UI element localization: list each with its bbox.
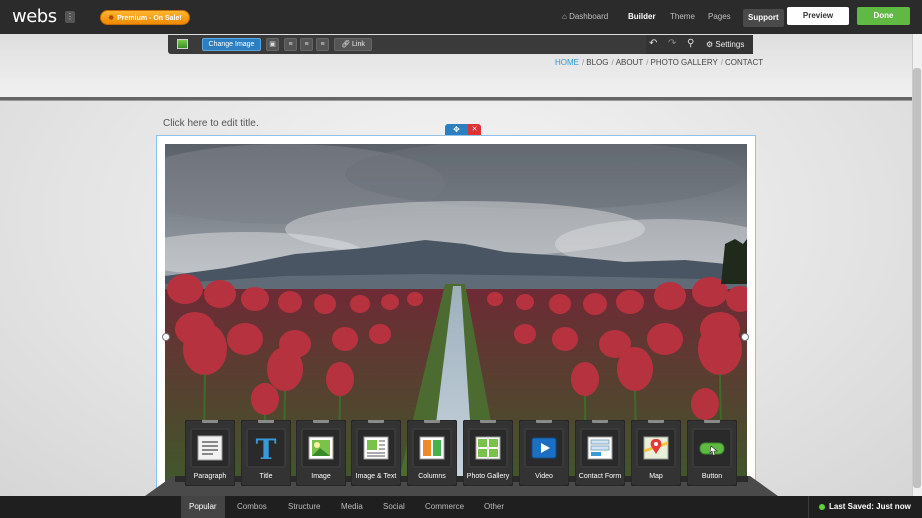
elements-tray: Paragraph T Title Image Image & Text Columns P… [145, 418, 778, 496]
settings-button[interactable]: ⚙ Settings [706, 38, 744, 51]
map-icon [643, 436, 669, 460]
preview-button[interactable]: Preview [787, 7, 849, 25]
nav-dashboard-label: Dashboard [569, 12, 609, 21]
site-navigation: HOME / BLOG / ABOUT / PHOTO GALLERY / CONTACT [555, 58, 766, 68]
tab-combos[interactable]: Combos [229, 496, 275, 518]
nav-separator: / [720, 58, 724, 67]
element-tile-title[interactable]: T Title [241, 420, 291, 486]
site-nav-about[interactable]: ABOUT [616, 58, 644, 67]
premium-label: Premium - On Sale! [117, 15, 182, 22]
image-text-icon [363, 436, 389, 460]
scrollbar-thumb[interactable] [913, 68, 921, 488]
page-title-placeholder[interactable]: Click here to edit title. [163, 118, 259, 129]
element-tile-label: Map [649, 473, 663, 480]
image-icon [177, 39, 188, 49]
tab-structure[interactable]: Structure [280, 496, 328, 518]
search-icon[interactable]: ⚲ [687, 37, 694, 51]
save-status-text: Last Saved: Just now [829, 502, 911, 511]
site-nav-home[interactable]: HOME [555, 58, 579, 67]
element-tile-label: Contact Form [578, 473, 622, 480]
change-image-button[interactable]: Change Image [202, 38, 261, 51]
link-button[interactable]: 🔗︎ Link [334, 38, 372, 51]
nav-theme[interactable]: Theme [670, 11, 695, 23]
bottom-bar: Popular Combos Structure Media Social Commerc… [0, 496, 922, 518]
image-toolbar: Change Image ▣ ≡ ≡ ≡ 🔗︎ Link ↶ ↷ ⚲ ⚙ Set… [168, 35, 753, 54]
home-icon: ⌂ [562, 12, 570, 21]
video-icon [531, 437, 557, 459]
button-icon [699, 442, 725, 456]
nav-separator: / [582, 58, 585, 67]
settings-label: Settings [715, 40, 745, 49]
photo-gallery-icon [475, 436, 501, 460]
nav-dashboard[interactable]: ⌂ Dashboard [562, 11, 608, 23]
gear-icon: ⚙ [706, 40, 716, 49]
element-tile-button[interactable]: Button [687, 420, 737, 486]
element-tile-video[interactable]: Video [519, 420, 569, 486]
tab-social[interactable]: Social [375, 496, 413, 518]
status-dot-icon [819, 503, 825, 510]
element-tile-map[interactable]: Map [631, 420, 681, 486]
element-tile-label: Photo Gallery [466, 473, 510, 480]
resize-handle-right[interactable] [741, 333, 749, 341]
tab-other[interactable]: Other [476, 496, 512, 518]
tab-popular[interactable]: Popular [181, 496, 225, 518]
element-tile-image[interactable]: Image [296, 420, 346, 486]
element-tile-contact-form[interactable]: Contact Form [575, 420, 625, 486]
element-tile-label: Image & Text [355, 473, 397, 480]
image-icon [308, 436, 334, 460]
columns-icon [419, 436, 445, 460]
element-tile-label: Title [259, 473, 273, 480]
contact-form-icon [587, 436, 613, 460]
redo-icon[interactable]: ↷ [668, 37, 676, 51]
done-button[interactable]: Done [857, 7, 910, 25]
tab-commerce[interactable]: Commerce [417, 496, 472, 518]
link-label: Link [352, 41, 365, 48]
resize-handle-left[interactable] [162, 333, 170, 341]
svg-text:T: T [256, 433, 277, 463]
site-nav-blog[interactable]: BLOG [586, 58, 608, 67]
undo-icon[interactable]: ↶ [649, 37, 657, 51]
element-tile-label: Columns [418, 473, 446, 480]
element-tile-label: Image [311, 473, 331, 480]
webs-logo[interactable]: webs [12, 6, 57, 27]
site-nav-contact[interactable]: CONTACT [725, 58, 763, 67]
paragraph-icon [197, 435, 223, 461]
element-tile-columns[interactable]: Columns [407, 420, 457, 486]
element-tile-label: Button [701, 473, 723, 480]
nav-separator: / [646, 58, 649, 67]
link-icon: 🔗︎ [341, 41, 352, 48]
tray-shelf [145, 476, 778, 496]
title-icon: T [256, 433, 277, 463]
element-tile-image-text[interactable]: Image & Text [351, 420, 401, 486]
align-center-icon[interactable]: ≡ [300, 38, 313, 51]
tab-media[interactable]: Media [333, 496, 371, 518]
premium-button[interactable]: ✸ Premium - On Sale! [100, 10, 190, 25]
element-tile-paragraph[interactable]: Paragraph [185, 420, 235, 486]
image-border-icon[interactable]: ▣ [266, 38, 279, 51]
nav-support[interactable]: Support [743, 9, 784, 27]
logo-menu-icon[interactable]: ⋮ [65, 11, 75, 23]
align-left-icon[interactable]: ≡ [284, 38, 297, 51]
save-status: Last Saved: Just now [808, 496, 922, 518]
nav-pages[interactable]: Pages [708, 11, 731, 23]
element-tile-label: Video [535, 473, 553, 480]
site-nav-photo-gallery[interactable]: PHOTO GALLERY [651, 58, 718, 67]
top-bar: webs ⋮ ✸ Premium - On Sale! ⌂ Dashboard B… [0, 0, 922, 34]
nav-separator: / [611, 58, 614, 67]
align-right-icon[interactable]: ≡ [316, 38, 329, 51]
nav-builder[interactable]: Builder [628, 11, 656, 23]
element-tile-label: Paragraph [193, 473, 227, 480]
star-icon: ✸ [108, 15, 115, 22]
element-tile-photo-gallery[interactable]: Photo Gallery [463, 420, 513, 486]
